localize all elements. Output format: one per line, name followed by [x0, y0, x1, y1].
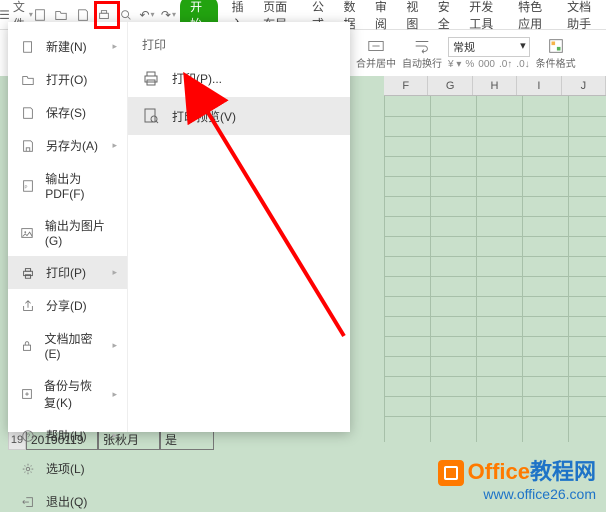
file-submenu: 打印 打印(P)... 打印预览(V) — [128, 22, 350, 432]
menu-image[interactable]: 输出为图片(G) — [8, 209, 127, 256]
dec-inc-icon[interactable]: .0↑ — [499, 59, 512, 70]
col-head[interactable]: F — [384, 76, 428, 95]
svg-text:P: P — [24, 184, 27, 189]
format-combo[interactable]: 常规▾ — [448, 37, 530, 57]
wrap-label: 自动换行 — [402, 55, 442, 70]
cond-format-button[interactable]: 条件格式 — [536, 37, 576, 70]
menu-print[interactable]: 打印(P)▸ — [8, 256, 127, 289]
tab-view[interactable]: 视图 — [406, 0, 423, 32]
menu-encrypt[interactable]: 文档加密(E)▸ — [8, 322, 127, 369]
tab-special[interactable]: 特色应用 — [518, 0, 553, 32]
col-head[interactable]: H — [473, 76, 517, 95]
submenu-print-preview[interactable]: 打印预览(V) — [128, 97, 350, 135]
file-dropdown: 新建(N)▸ 打开(O) 保存(S) 另存为(A)▸ P输出为PDF(F) 输出… — [8, 22, 350, 432]
cond-format-label: 条件格式 — [536, 55, 576, 70]
image-icon — [20, 225, 35, 241]
menu-help[interactable]: ?帮助(H)▸ — [8, 419, 127, 452]
chevron-down-icon: ▾ — [520, 39, 526, 52]
highlight-box — [94, 1, 120, 29]
menu-share[interactable]: 分享(D) — [8, 289, 127, 322]
chevron-right-icon: ▸ — [112, 430, 117, 441]
exit-icon — [20, 494, 36, 510]
menu-new[interactable]: 新建(N)▸ — [8, 30, 127, 63]
hamburger-icon: ☰ — [0, 8, 10, 22]
column-headers: F G H I J — [384, 76, 606, 96]
dec-dec-icon[interactable]: .0↓ — [516, 59, 529, 70]
menu-saveas[interactable]: 另存为(A)▸ — [8, 129, 127, 162]
lock-icon — [20, 338, 35, 354]
gear-icon — [20, 461, 36, 477]
tab-review[interactable]: 审阅 — [375, 0, 392, 32]
share-icon — [20, 298, 36, 314]
svg-text:?: ? — [26, 433, 30, 440]
preview-icon — [142, 107, 160, 125]
wrap-text-button[interactable]: 自动换行 — [402, 37, 442, 70]
submenu-print-label: 打印(P)... — [172, 70, 222, 87]
saveas-icon — [20, 138, 36, 154]
save-icon — [20, 105, 36, 121]
menu-exit[interactable]: 退出(Q) — [8, 485, 127, 518]
tab-dev[interactable]: 开发工具 — [469, 0, 504, 32]
submenu-print[interactable]: 打印(P)... — [128, 59, 350, 97]
col-head[interactable]: G — [428, 76, 472, 95]
col-head[interactable]: J — [562, 76, 606, 95]
cell[interactable]: 是 — [160, 430, 214, 450]
tab-security[interactable]: 安全 — [438, 0, 455, 32]
pdf-icon: P — [20, 178, 35, 194]
menu-options[interactable]: 选项(L) — [8, 452, 127, 485]
open-icon — [20, 72, 36, 88]
tab-assistant[interactable]: 文档助手 — [567, 0, 602, 32]
chevron-right-icon: ▸ — [112, 389, 117, 400]
chevron-right-icon: ▸ — [112, 340, 117, 351]
chevron-right-icon: ▸ — [112, 41, 117, 52]
col-head[interactable]: I — [517, 76, 561, 95]
menu-save[interactable]: 保存(S) — [8, 96, 127, 129]
file-menu-list: 新建(N)▸ 打开(O) 保存(S) 另存为(A)▸ P输出为PDF(F) 输出… — [8, 22, 128, 432]
submenu-preview-label: 打印预览(V) — [172, 108, 236, 125]
merge-center-button[interactable]: 合并居中 — [356, 37, 396, 70]
merge-label: 合并居中 — [356, 55, 396, 70]
number-format-group: 常规▾ ¥ ▾ % 000 .0↑ .0↓ — [448, 37, 530, 70]
menu-open[interactable]: 打开(O) — [8, 63, 127, 96]
percent-icon[interactable]: % — [465, 59, 474, 70]
print-icon — [142, 69, 160, 87]
backup-icon — [20, 386, 34, 402]
ribbon-section: 合并居中 自动换行 常规▾ ¥ ▾ % 000 .0↑ .0↓ 条件格式 — [356, 30, 606, 76]
grid[interactable] — [384, 96, 606, 442]
help-icon: ? — [20, 428, 36, 444]
chevron-right-icon: ▸ — [112, 140, 117, 151]
comma-icon[interactable]: 000 — [478, 59, 495, 70]
menu-pdf[interactable]: P输出为PDF(F) — [8, 162, 127, 209]
submenu-header: 打印 — [128, 30, 350, 59]
print-icon — [20, 265, 36, 281]
new-icon — [20, 39, 36, 55]
chevron-right-icon: ▸ — [112, 267, 117, 278]
currency-icon[interactable]: ¥ ▾ — [448, 59, 461, 70]
menu-backup[interactable]: 备份与恢复(K)▸ — [8, 369, 127, 419]
